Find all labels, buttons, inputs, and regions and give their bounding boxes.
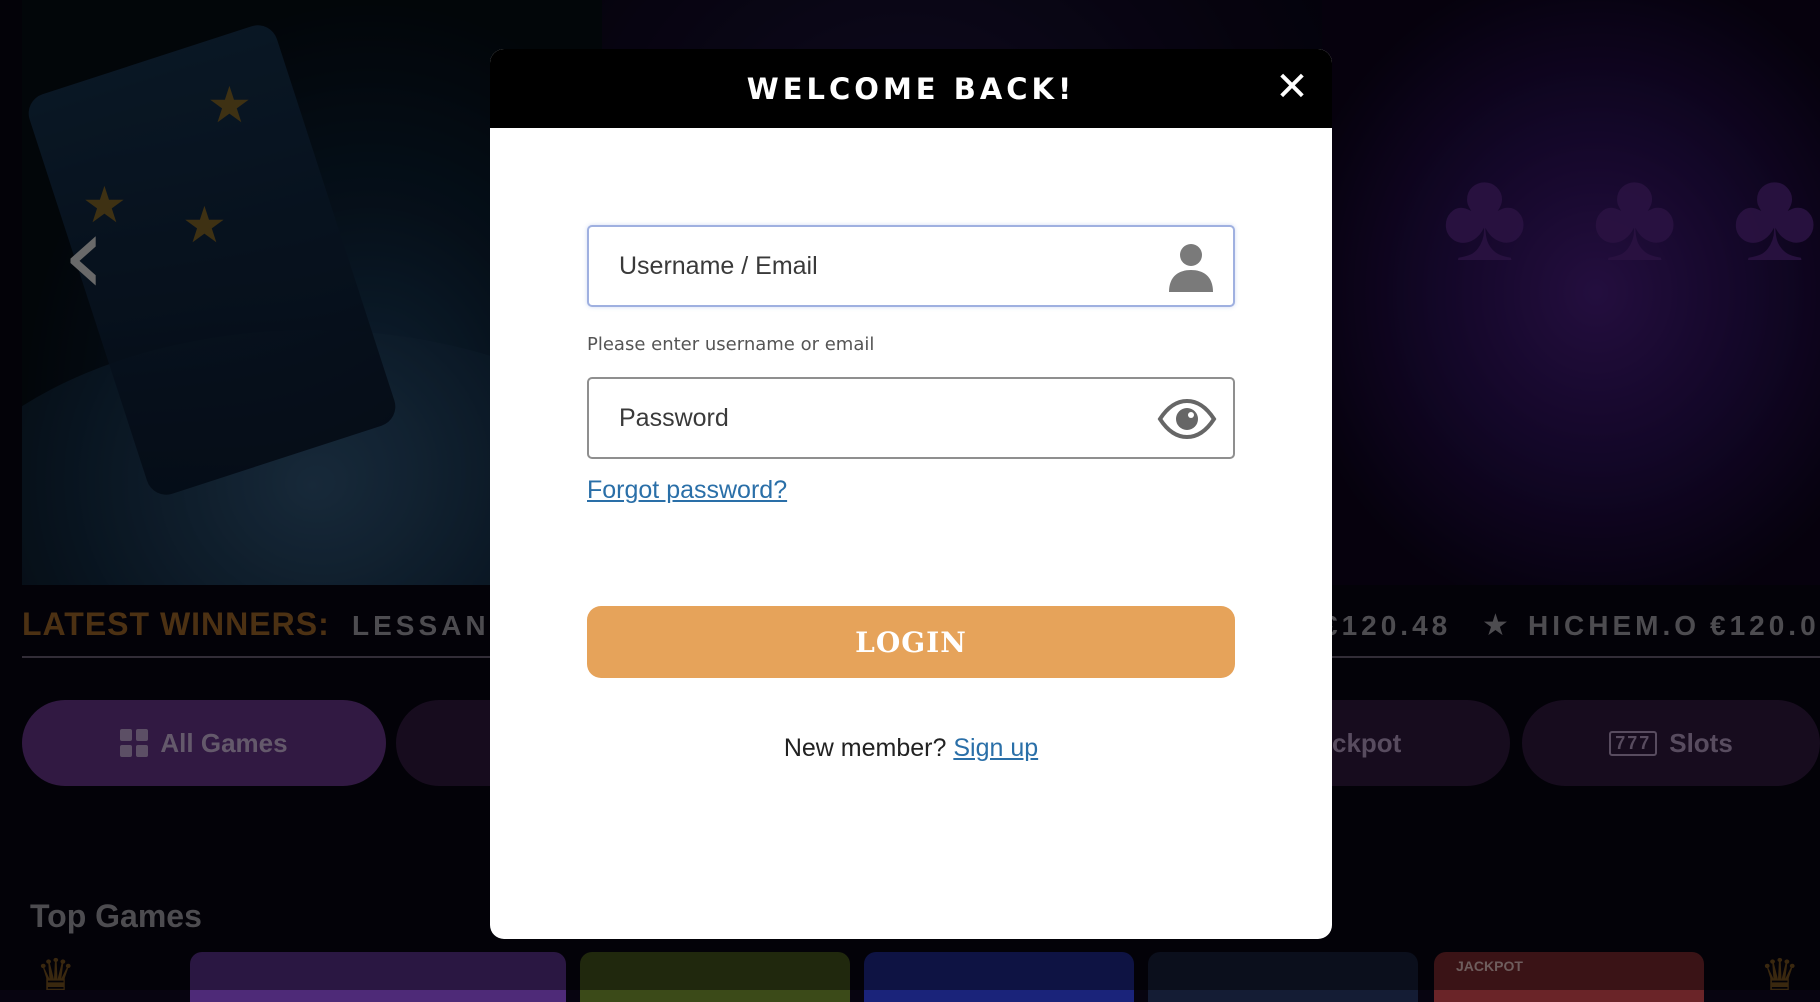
modal-title: WELCOME BACK! [746,71,1076,106]
username-field[interactable] [587,225,1235,307]
username-hint: Please enter username or email [587,334,875,355]
username-input[interactable] [617,250,1161,282]
signup-link[interactable]: Sign up [953,734,1038,762]
user-icon [1169,244,1213,292]
modal-header: WELCOME BACK! ✕ [490,49,1332,128]
new-member-text: New member? [783,734,947,762]
login-modal: WELCOME BACK! ✕ Please enter username or… [490,49,1332,939]
eye-icon[interactable] [1157,399,1217,439]
forgot-password-link[interactable]: Forgot password? [587,476,787,505]
password-input[interactable] [617,402,1161,434]
close-icon[interactable]: ✕ [1272,67,1312,107]
password-field[interactable] [587,377,1235,459]
login-button[interactable]: LOGIN [587,606,1235,678]
signup-row: New member? Sign up [490,734,1332,763]
